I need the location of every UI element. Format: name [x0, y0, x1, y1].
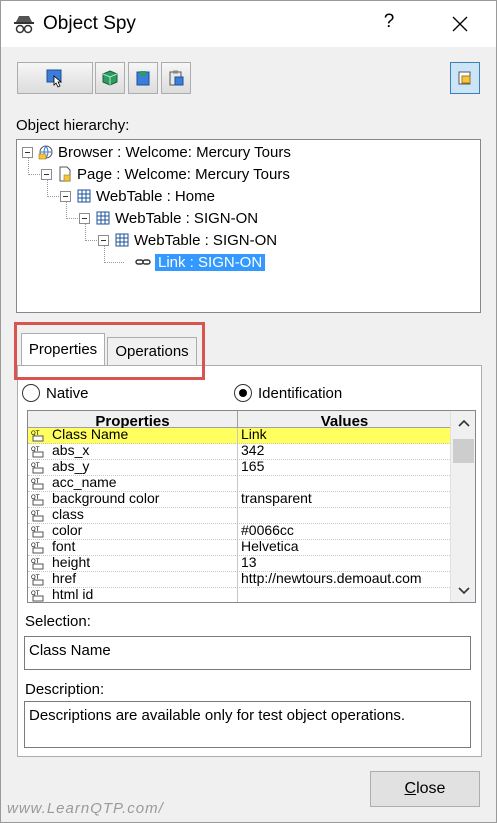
collapse-toggle[interactable]: [98, 235, 109, 246]
keep-on-top-button[interactable]: [450, 62, 480, 94]
native-radio-label: Native: [46, 384, 89, 402]
grid-header: Properties Values: [28, 411, 450, 428]
grid-row[interactable]: QT href http://newtours.demoaut.com: [28, 572, 450, 588]
object-hierarchy-tree[interactable]: Browser : Welcome: Mercury Tours Page : …: [16, 139, 481, 313]
grid-row[interactable]: QT height 13: [28, 556, 450, 572]
description-field: Descriptions are available only for test…: [24, 701, 471, 748]
grid-cell-property: html id: [28, 588, 238, 602]
grid-row[interactable]: QT background color transparent: [28, 492, 450, 508]
pointing-hand-icon: [46, 69, 63, 88]
grid-row[interactable]: QT class: [28, 508, 450, 524]
object-spy-window: Object Spy ? Object hierarchy: Browser:…: [0, 0, 497, 823]
native-radio[interactable]: Native: [22, 384, 89, 402]
pointing-hand-button[interactable]: [17, 62, 93, 94]
tree-node-label-selected: Link : SIGN-ON: [155, 253, 266, 271]
selection-label: Selection:: [25, 613, 91, 630]
close-button[interactable]: Close: [370, 771, 480, 807]
grid-cell-value: 165: [241, 460, 265, 474]
native-radio-dot: [22, 384, 40, 402]
object-repository-button[interactable]: [128, 62, 158, 94]
identification-radio[interactable]: Identification: [234, 384, 342, 402]
tree-node-label: Browser : Welcome: Mercury Tours: [58, 143, 291, 161]
collapse-toggle[interactable]: [79, 213, 90, 224]
grid-cell-value: [241, 476, 450, 491]
clipboard-icon: [169, 70, 184, 86]
identification-radio-dot: [234, 384, 252, 402]
grid-row[interactable]: QT Class Name Link: [28, 428, 450, 444]
chevron-down-icon: [458, 587, 470, 595]
grid-cell-property: abs_y: [28, 460, 238, 475]
tree-node-webtable-home[interactable]: WebTable : Home: [76, 186, 215, 206]
grid-header-properties[interactable]: Properties: [28, 411, 238, 428]
grid-vertical-scrollbar[interactable]: [450, 411, 475, 602]
grid-cell-value: 342: [241, 444, 265, 458]
tree-node-page[interactable]: Page : Welcome: Mercury Tours: [57, 164, 290, 184]
grid-cell-property: font: [28, 540, 238, 555]
window-title: Object Spy: [43, 13, 136, 34]
grid-cell-property: class: [28, 508, 238, 523]
cube-icon: [102, 70, 118, 86]
help-button[interactable]: ?: [377, 11, 401, 37]
scroll-down-arrow[interactable]: [451, 581, 475, 601]
link-icon: [135, 259, 151, 265]
watermark-text: www.LearnQTP.com/: [7, 800, 164, 817]
collapse-toggle[interactable]: [41, 169, 52, 180]
grid-header-values[interactable]: Values: [239, 411, 450, 428]
close-window-icon[interactable]: [445, 9, 475, 39]
table-icon: [115, 233, 129, 247]
grid-cell-value: Helvetica: [241, 540, 299, 554]
pin-icon: [458, 71, 471, 85]
tree-node-label: WebTable : Home: [96, 187, 215, 205]
grid-cell-value: Link: [241, 428, 267, 442]
grid-cell-property: abs_x: [28, 444, 238, 459]
grid-cell-value: transparent: [241, 492, 312, 506]
collapse-toggle[interactable]: [60, 191, 71, 202]
tree-node-label: WebTable : SIGN-ON: [134, 231, 278, 249]
chevron-up-icon: [458, 419, 470, 427]
grid-cell-property: Class Name: [28, 428, 238, 443]
table-icon: [77, 189, 91, 203]
grid-row[interactable]: QT abs_x 342: [28, 444, 450, 460]
identification-radio-label: Identification: [258, 384, 343, 402]
tree-node-label: WebTable : SIGN-ON: [115, 209, 259, 227]
grid-cell-value: 13: [241, 556, 257, 570]
properties-grid[interactable]: Properties Values QT Class Name Link QT …: [27, 410, 476, 603]
tree-node-link-signon[interactable]: Link : SIGN-ON: [135, 252, 266, 272]
scroll-thumb[interactable]: [453, 439, 474, 463]
tree-node-browser[interactable]: Browser : Welcome: Mercury Tours: [38, 142, 291, 162]
grid-cell-property: height: [28, 556, 238, 571]
grid-cell-property: href: [28, 572, 238, 587]
object-hierarchy-label: Object hierarchy:: [16, 117, 130, 134]
grid-row[interactable]: QT font Helvetica: [28, 540, 450, 556]
tree-node-webtable-signon[interactable]: WebTable : SIGN-ON: [95, 208, 258, 228]
copy-button[interactable]: [161, 62, 191, 94]
grid-cell-value: [241, 508, 450, 523]
tree-node-label: Page : Welcome: Mercury Tours: [77, 165, 290, 183]
scroll-up-arrow[interactable]: [451, 413, 475, 433]
description-label: Description:: [25, 681, 105, 698]
tree-node-webtable-signon-inner[interactable]: WebTable : SIGN-ON: [114, 230, 277, 250]
collapse-toggle[interactable]: [22, 147, 33, 158]
grid-row[interactable]: QT abs_y 165: [28, 460, 450, 476]
selection-field[interactable]: Class Name: [24, 636, 471, 670]
grid-cell-property: color: [28, 524, 238, 539]
spy-icon: [14, 16, 34, 34]
grid-cell-value: [241, 588, 450, 602]
grid-cell-value: http://newtours.demoaut.com: [241, 572, 422, 586]
page-icon: [59, 166, 71, 182]
tab-properties[interactable]: Properties: [21, 333, 105, 365]
grid-cell-property: acc_name: [28, 476, 238, 491]
add-object-button[interactable]: [95, 62, 125, 94]
close-button-label: Close: [404, 780, 446, 797]
grid-cell-value: #0066cc: [241, 524, 294, 538]
grid-row[interactable]: QT acc_name: [28, 476, 450, 492]
grid-cell-property: background color: [28, 492, 238, 507]
tab-operations[interactable]: Operations: [107, 337, 197, 365]
grid-row[interactable]: QT html id: [28, 588, 450, 602]
book-icon: [136, 71, 150, 86]
grid-row[interactable]: QT color #0066cc: [28, 524, 450, 540]
browser-icon: [38, 145, 53, 160]
title-bar: Object Spy ?: [1, 1, 496, 47]
table-icon: [96, 211, 110, 225]
